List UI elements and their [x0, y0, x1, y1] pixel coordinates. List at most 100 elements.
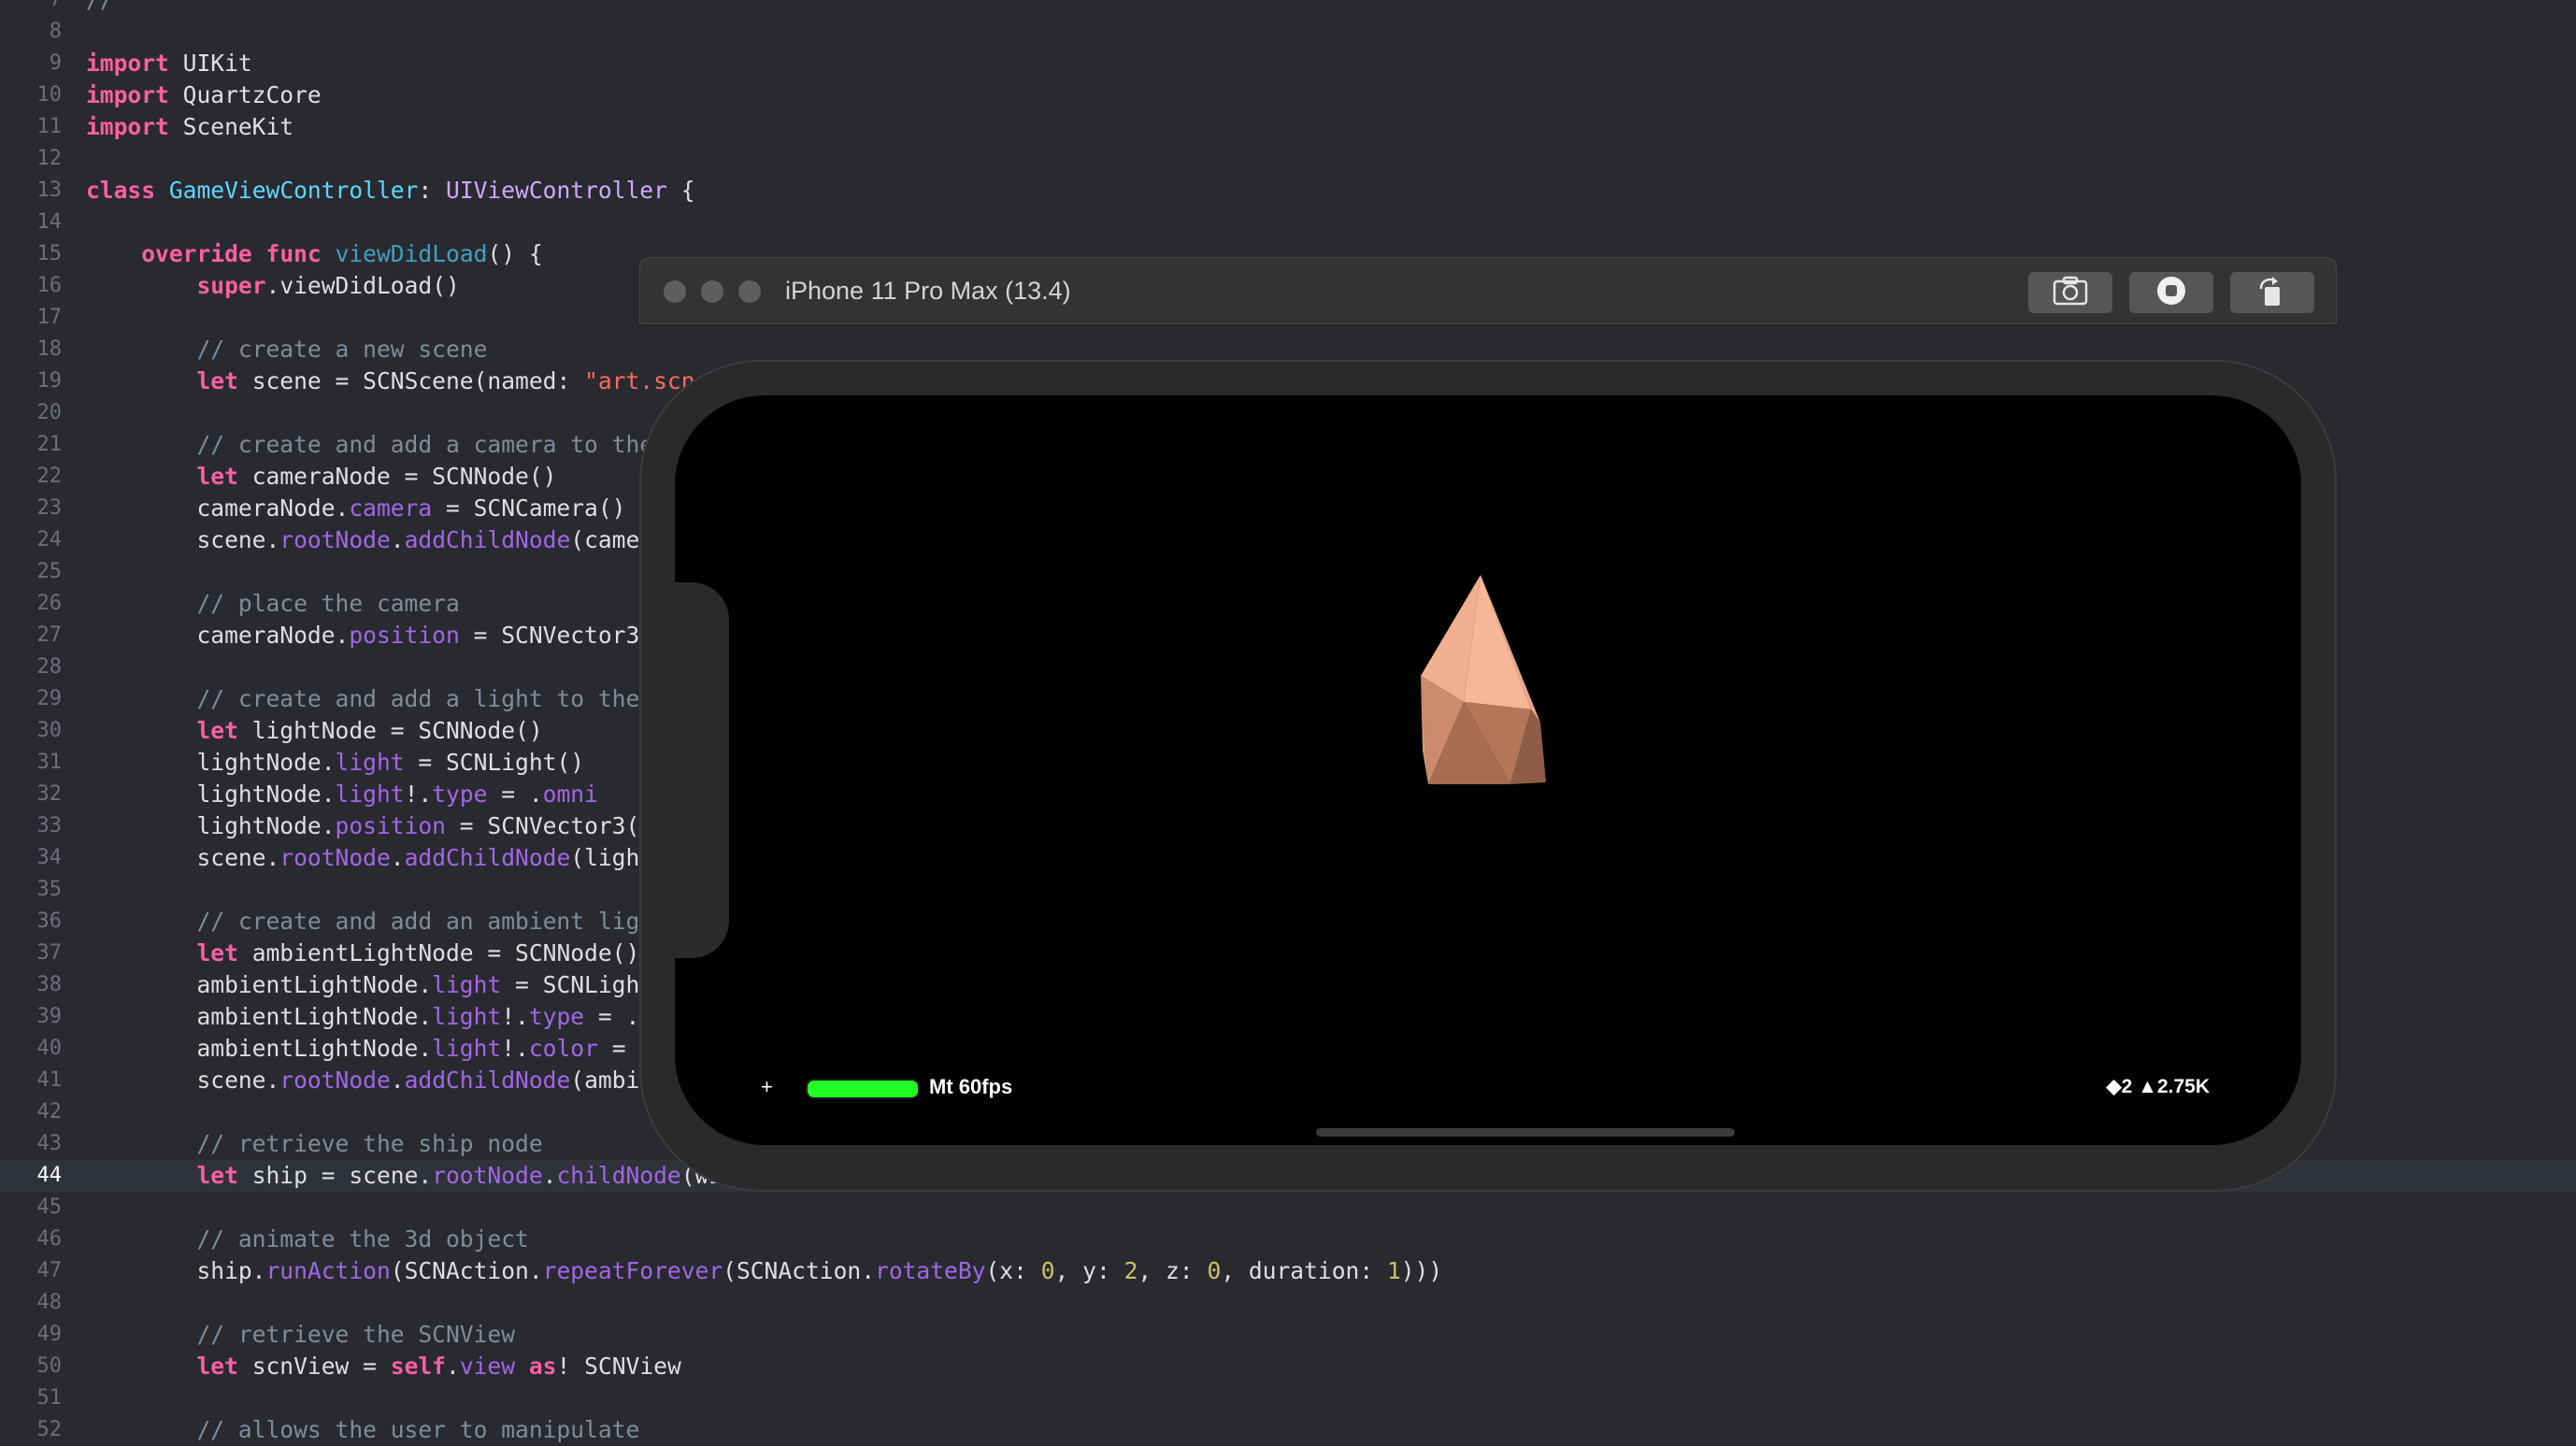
code-text[interactable]: // allows the user to manipulate — [86, 1414, 639, 1446]
code-line[interactable]: 11 import SceneKit — [0, 111, 2576, 143]
code-text[interactable]: // create and add a camera to the — [86, 429, 653, 461]
line-number: 19 — [36, 369, 63, 393]
code-text[interactable]: // create and add an ambient lig — [86, 906, 639, 938]
code-text[interactable]: ambientLightNode.light!.type = . — [86, 1001, 639, 1033]
code-token: light — [335, 780, 405, 808]
code-token: 0 — [1207, 1257, 1222, 1284]
camera-icon — [2052, 275, 2089, 310]
code-token: repeatForever — [542, 1257, 723, 1284]
code-token: UIViewController — [446, 177, 667, 204]
code-line[interactable]: 10 import QuartzCore — [0, 79, 2576, 111]
code-text[interactable]: lightNode.position = SCNVector3( — [86, 810, 639, 842]
code-text[interactable]: scene.rootNode.addChildNode(ambi — [86, 1065, 639, 1096]
code-line[interactable]: 8 — [0, 16, 2576, 48]
code-token: let — [196, 1162, 238, 1189]
code-line[interactable]: 51 — [0, 1382, 2576, 1414]
zoom-window-button[interactable] — [738, 280, 761, 303]
code-token: ambientLightNode. — [86, 1035, 433, 1062]
code-token: position — [349, 622, 460, 649]
code-text[interactable]: super.viewDidLoad() — [86, 270, 459, 302]
code-line[interactable]: 47 ship.runAction(SCNAction.repeatForeve… — [0, 1255, 2576, 1287]
rotate-icon — [2254, 274, 2291, 311]
notch — [675, 582, 729, 958]
code-token: 1 — [1386, 1257, 1401, 1284]
code-line[interactable]: 49 // retrieve the SCNView — [0, 1319, 2576, 1351]
stats-expand-button[interactable]: + — [761, 1068, 773, 1106]
code-line[interactable]: 50 let scnView = self.view as! SCNView — [0, 1351, 2576, 1382]
code-token: (x: — [985, 1257, 1041, 1284]
code-text[interactable]: // create a new scene — [86, 334, 487, 365]
code-token: cameraNode = SCNNode() — [237, 463, 557, 490]
code-text[interactable]: ship.runAction(SCNAction.repeatForever(S… — [86, 1255, 1442, 1287]
device-screen[interactable]: + Mt 60fps ◆2 ▲2.75K — [675, 395, 2301, 1145]
rotate-button[interactable] — [2230, 272, 2314, 313]
line-number: 49 — [36, 1323, 63, 1346]
code-text[interactable]: cameraNode.position = SCNVector3( — [86, 620, 653, 651]
iphone-device-frame: + Mt 60fps ◆2 ▲2.75K — [639, 360, 2337, 1192]
code-text[interactable]: cameraNode.camera = SCNCamera() — [86, 493, 625, 524]
simulator-window[interactable]: iPhone 11 Pro Max (13.4) + Mt 60fps ◆2 ▲… — [639, 257, 2337, 1192]
code-token: lightNode. — [86, 780, 336, 808]
code-token: : — [418, 177, 447, 204]
code-token: import — [86, 113, 169, 140]
code-token: light — [432, 1035, 502, 1062]
line-number: 14 — [36, 210, 63, 234]
code-text[interactable]: import UIKit — [86, 48, 252, 79]
code-token: = SCNVector3( — [459, 622, 654, 649]
code-line[interactable]: 7 // — [0, 0, 2576, 16]
code-text[interactable]: scene.rootNode.addChildNode(camer — [86, 524, 653, 556]
code-token: override — [141, 240, 252, 267]
code-text[interactable]: // animate the 3d object — [86, 1224, 528, 1255]
line-number: 33 — [36, 814, 63, 838]
code-line[interactable]: 9 import UIKit — [0, 48, 2576, 79]
code-line[interactable]: 45 — [0, 1192, 2576, 1224]
code-token: scene. — [86, 844, 280, 871]
code-text[interactable]: let ship = scene.rootNode.childNode(wi — [86, 1160, 723, 1192]
code-line[interactable]: 12 — [0, 143, 2576, 175]
code-text[interactable]: let ambientLightNode = SCNNode() — [86, 938, 639, 969]
code-line[interactable]: 14 — [0, 207, 2576, 238]
code-token: light — [432, 1003, 502, 1030]
code-text[interactable]: let cameraNode = SCNNode() — [86, 461, 556, 493]
line-number: 43 — [36, 1132, 63, 1155]
code-token: // retrieve the SCNView — [86, 1321, 516, 1348]
code-text[interactable]: // retrieve the SCNView — [86, 1319, 515, 1351]
code-line[interactable]: 46 // animate the 3d object — [0, 1224, 2576, 1255]
code-text[interactable]: let lightNode = SCNNode() — [86, 715, 542, 747]
code-line[interactable]: 52 // allows the user to manipulate — [0, 1414, 2576, 1446]
code-text[interactable]: // place the camera — [86, 588, 460, 620]
home-button[interactable] — [2129, 272, 2213, 313]
code-token: ambientLightNode = SCNNode() — [237, 939, 640, 966]
code-token: rootNode — [432, 1162, 543, 1189]
close-window-button[interactable] — [664, 280, 686, 303]
minimize-window-button[interactable] — [701, 280, 723, 303]
code-token: let — [196, 367, 238, 394]
line-number: 26 — [36, 592, 63, 615]
code-text[interactable]: ambientLightNode.light = SCNLigh — [86, 969, 639, 1001]
code-text[interactable]: class GameViewController: UIViewControll… — [86, 175, 695, 207]
code-text[interactable]: ambientLightNode.light!.color = — [86, 1033, 639, 1065]
line-number: 45 — [36, 1195, 63, 1219]
code-text[interactable]: // create and add a light to the — [86, 683, 639, 715]
code-text[interactable]: // retrieve the ship node — [86, 1128, 542, 1160]
code-text[interactable]: let scene = SCNScene(named: "art.scn — [86, 365, 694, 397]
code-text[interactable]: lightNode.light = SCNLight() — [86, 747, 584, 779]
code-text[interactable]: import QuartzCore — [86, 79, 322, 111]
screenshot-button[interactable] — [2028, 272, 2112, 313]
code-token: (ambi — [570, 1067, 640, 1094]
code-line[interactable]: 48 — [0, 1287, 2576, 1319]
code-text[interactable]: let scnView = self.view as! SCNView — [86, 1351, 680, 1382]
code-token: // place the camera — [86, 590, 460, 617]
code-text[interactable]: override func viewDidLoad() { — [86, 238, 542, 270]
code-text[interactable]: // — [86, 0, 114, 16]
code-token: , y: — [1054, 1257, 1124, 1284]
code-line[interactable]: 13 class GameViewController: UIViewContro… — [0, 175, 2576, 207]
code-token: scene. — [86, 1067, 280, 1094]
code-token: omni — [542, 780, 598, 808]
code-text[interactable]: scene.rootNode.addChildNode(ligh — [86, 842, 639, 874]
line-number: 30 — [36, 719, 63, 742]
simulator-titlebar[interactable]: iPhone 11 Pro Max (13.4) — [639, 257, 2337, 325]
code-text[interactable]: import SceneKit — [86, 111, 293, 143]
code-text[interactable]: lightNode.light!.type = .omni — [86, 779, 598, 810]
